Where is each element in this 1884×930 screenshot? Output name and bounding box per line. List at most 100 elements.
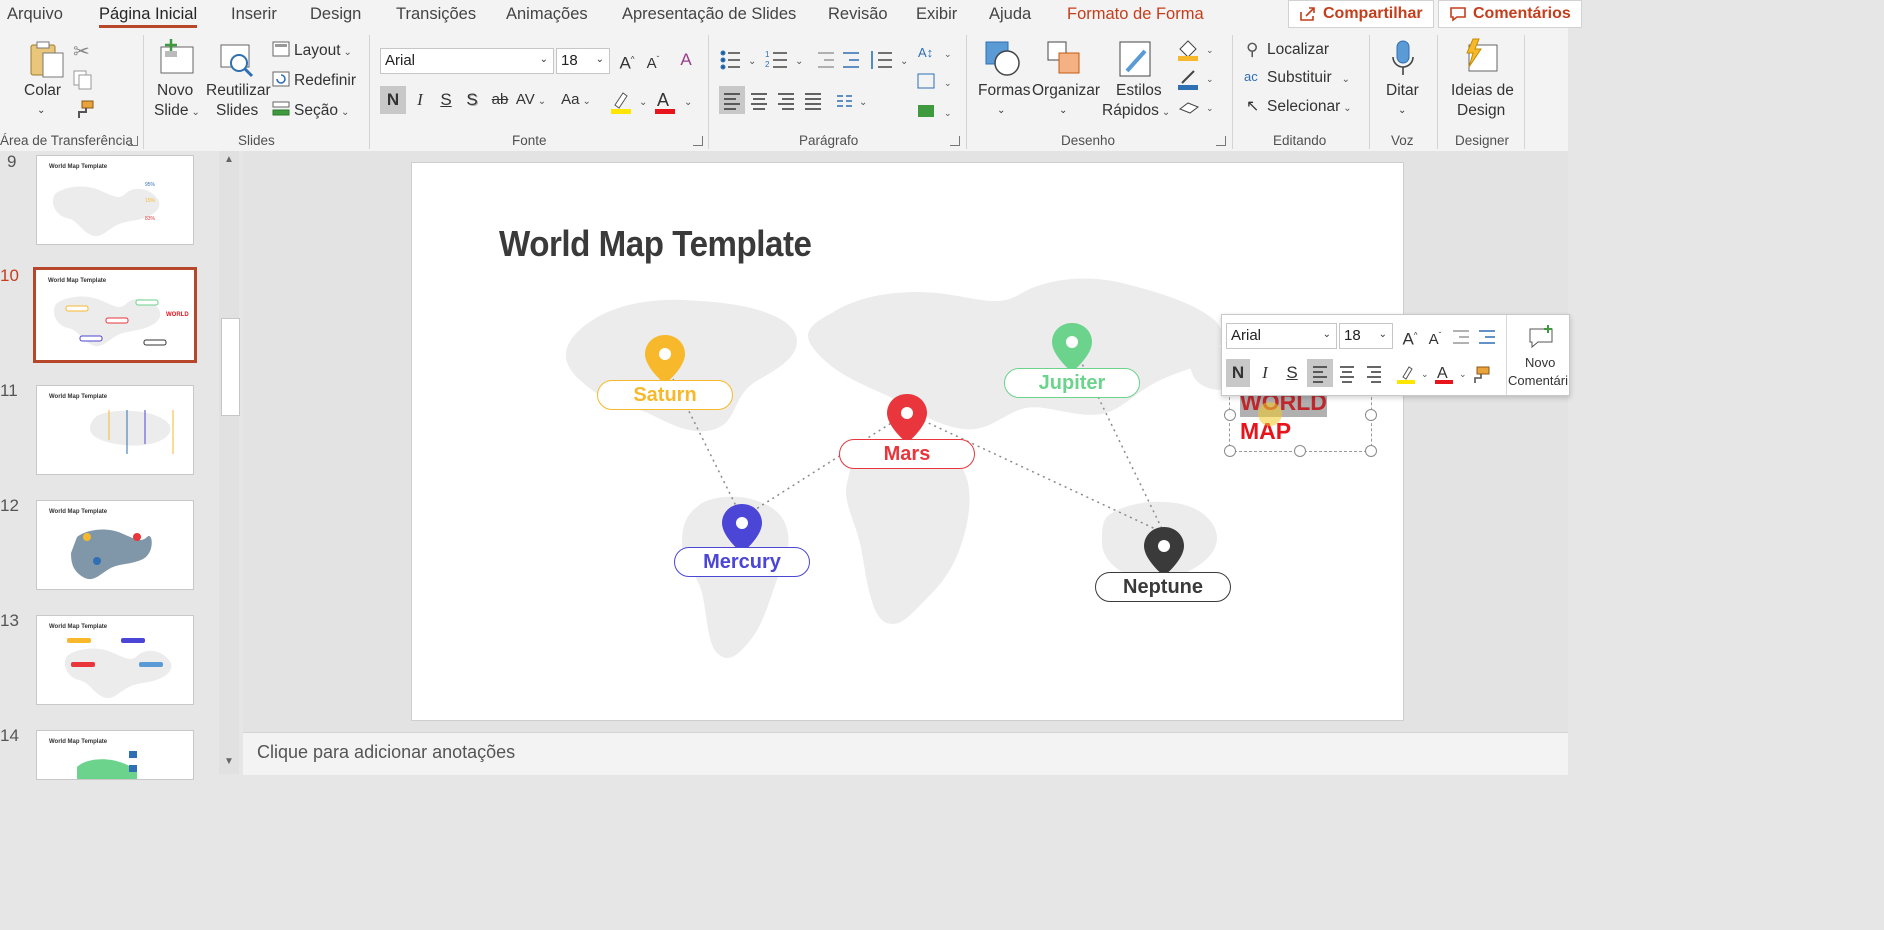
world-map-textbox[interactable]: WORLD MAP <box>1240 388 1327 446</box>
section-button[interactable]: Seção ⌄ <box>294 102 349 120</box>
quick-styles-icon[interactable] <box>1117 39 1157 79</box>
paste-dropdown-icon[interactable]: ⌄ <box>37 101 45 121</box>
slide-thumbnail-12[interactable]: World Map Template <box>36 500 194 590</box>
change-case-button[interactable]: Aa ⌄ <box>558 86 594 114</box>
tab-arquivo[interactable]: Arquivo <box>7 5 63 24</box>
svg-text:⌄: ⌄ <box>900 56 908 67</box>
shrink-font-icon[interactable]: Aˇ <box>641 46 665 74</box>
grow-font-icon[interactable]: A^ <box>615 46 639 74</box>
resize-handle[interactable] <box>1365 409 1377 421</box>
thumbnail-scrollbar[interactable] <box>219 151 239 774</box>
notes-pane[interactable]: Clique para adicionar anotações <box>243 732 1568 775</box>
format-painter-icon[interactable] <box>73 99 95 121</box>
planet-label-jupiter[interactable]: Jupiter <box>1004 368 1140 398</box>
highlight-icon[interactable]: ⌄ <box>609 89 649 115</box>
mini-underline-button[interactable]: S <box>1280 359 1304 387</box>
svg-text:A↕: A↕ <box>918 45 933 60</box>
reset-button[interactable]: Redefinir <box>294 72 356 90</box>
reuse-slides-icon[interactable] <box>217 39 257 79</box>
microphone-icon[interactable] <box>1390 39 1416 77</box>
slide-thumbnail-10-active[interactable]: World Map Template WORLD <box>33 267 197 363</box>
font-color-icon[interactable]: A ⌄ <box>654 89 694 115</box>
slide-thumbnail-9[interactable]: World Map Template 95% 15% 83% <box>36 155 194 245</box>
tab-ajuda[interactable]: Ajuda <box>989 5 1031 24</box>
cut-icon[interactable]: ✂ <box>73 39 90 64</box>
tab-pagina-inicial[interactable]: Página Inicial <box>99 5 198 28</box>
cursor-highlight <box>1258 402 1282 426</box>
alignment-icons[interactable]: ⌄ <box>719 89 869 113</box>
chevron-down-icon[interactable]: ⌄ <box>997 101 1005 121</box>
design-ideas-icon[interactable] <box>1461 37 1501 77</box>
resize-handle[interactable] <box>1224 445 1236 457</box>
font-family-input[interactable]: Arial ⌄ <box>380 48 554 74</box>
underline-button[interactable]: S <box>434 86 458 114</box>
layout-button[interactable]: Layout ⌄ <box>294 42 352 60</box>
mini-font-size-input[interactable]: 18 ⌄ <box>1339 323 1393 349</box>
chevron-down-icon[interactable]: ⌄ <box>1398 101 1406 121</box>
chevron-down-icon: ⌄ <box>1322 329 1331 340</box>
resize-handle[interactable] <box>1224 409 1236 421</box>
tab-animacoes[interactable]: Animações <box>506 5 588 24</box>
share-label: Compartilhar <box>1323 5 1423 22</box>
scroll-down-icon[interactable]: ▼ <box>224 756 234 767</box>
tab-formato-de-forma[interactable]: Formato de Forma <box>1067 5 1204 24</box>
notes-placeholder[interactable]: Clique para adicionar anotações <box>257 742 515 763</box>
svg-text:2: 2 <box>765 60 770 69</box>
svg-text:⌄: ⌄ <box>944 49 952 59</box>
shapes-icon[interactable] <box>983 39 1023 79</box>
comments-button[interactable]: Comentários <box>1438 0 1582 28</box>
slide-title[interactable]: World Map Template <box>499 223 812 265</box>
mini-grow-font-icon[interactable]: A^ <box>1398 322 1422 350</box>
tab-revisao[interactable]: Revisão <box>828 5 888 24</box>
tab-apresentacao[interactable]: Apresentação de Slides <box>622 5 796 24</box>
replace-button[interactable]: Substituir ⌄ <box>1267 69 1350 87</box>
mini-format-icons[interactable]: ⌄ A ⌄ <box>1307 363 1507 385</box>
thumbnail-scrollbar-thumb[interactable] <box>221 318 240 416</box>
mini-bold-button[interactable]: N <box>1226 359 1250 387</box>
arrange-icon[interactable] <box>1045 39 1085 79</box>
mini-italic-button[interactable]: I <box>1253 359 1277 387</box>
scroll-up-icon[interactable]: ▲ <box>224 154 234 165</box>
quick-styles-label-2[interactable]: Rápidos ⌄ <box>1102 101 1170 123</box>
find-button[interactable]: Localizar <box>1267 41 1329 59</box>
mini-indent-icons[interactable] <box>1451 327 1501 347</box>
planet-label-mercury[interactable]: Mercury <box>674 547 810 577</box>
slide-thumbnail-13[interactable]: World Map Template <box>36 615 194 705</box>
italic-button[interactable]: I <box>408 86 432 114</box>
shape-fill-outline-effects-icons[interactable]: ⌄ ⌄ ⌄ <box>1176 39 1216 135</box>
strikethrough-button[interactable]: ab <box>488 86 512 114</box>
resize-handle[interactable] <box>1365 445 1377 457</box>
planet-label-neptune[interactable]: Neptune <box>1095 572 1231 602</box>
tab-inserir[interactable]: Inserir <box>231 5 277 24</box>
tab-design[interactable]: Design <box>310 5 361 24</box>
paragraph-top-icons[interactable]: ⌄ 12 ⌄ ⌄ <box>718 47 938 73</box>
slide-thumbnail-11[interactable]: World Map Template <box>36 385 194 475</box>
drawing-launcher-icon[interactable] <box>1216 136 1226 146</box>
copy-icon[interactable] <box>72 69 96 91</box>
char-spacing-button[interactable]: AV ⌄ <box>514 86 548 114</box>
chevron-down-icon[interactable]: ⌄ <box>1059 101 1067 121</box>
select-button[interactable]: Selecionar ⌄ <box>1267 98 1352 116</box>
planet-label-saturn[interactable]: Saturn <box>597 380 733 410</box>
paragraph-launcher-icon[interactable] <box>950 136 960 146</box>
new-slide-label-2[interactable]: Slide ⌄ <box>154 101 200 123</box>
shapes-label: Formas <box>978 82 1031 99</box>
clipboard-launcher-icon[interactable] <box>128 136 138 146</box>
share-button[interactable]: Compartilhar <box>1288 0 1434 28</box>
mini-shrink-font-icon[interactable]: Aˇ <box>1423 322 1447 350</box>
new-slide-icon[interactable] <box>157 37 197 77</box>
tab-transicoes[interactable]: Transições <box>396 5 476 24</box>
shadow-button[interactable]: S <box>460 86 484 114</box>
font-size-input[interactable]: 18 ⌄ <box>556 48 610 74</box>
planet-label-mars[interactable]: Mars <box>839 439 975 469</box>
bold-button[interactable]: N <box>380 86 406 114</box>
resize-handle[interactable] <box>1294 445 1306 457</box>
tab-exibir[interactable]: Exibir <box>916 5 957 24</box>
paste-icon[interactable] <box>27 39 67 79</box>
clear-formatting-icon[interactable]: A <box>674 46 698 74</box>
new-comment-icon[interactable] <box>1526 323 1558 349</box>
font-launcher-icon[interactable] <box>693 136 703 146</box>
text-direction-icons[interactable]: A↕ ⌄ ⌄ ⌄ <box>914 39 954 139</box>
slide-thumbnail-14[interactable]: World Map Template <box>36 730 194 780</box>
mini-font-family-input[interactable]: Arial ⌄ <box>1226 323 1337 349</box>
